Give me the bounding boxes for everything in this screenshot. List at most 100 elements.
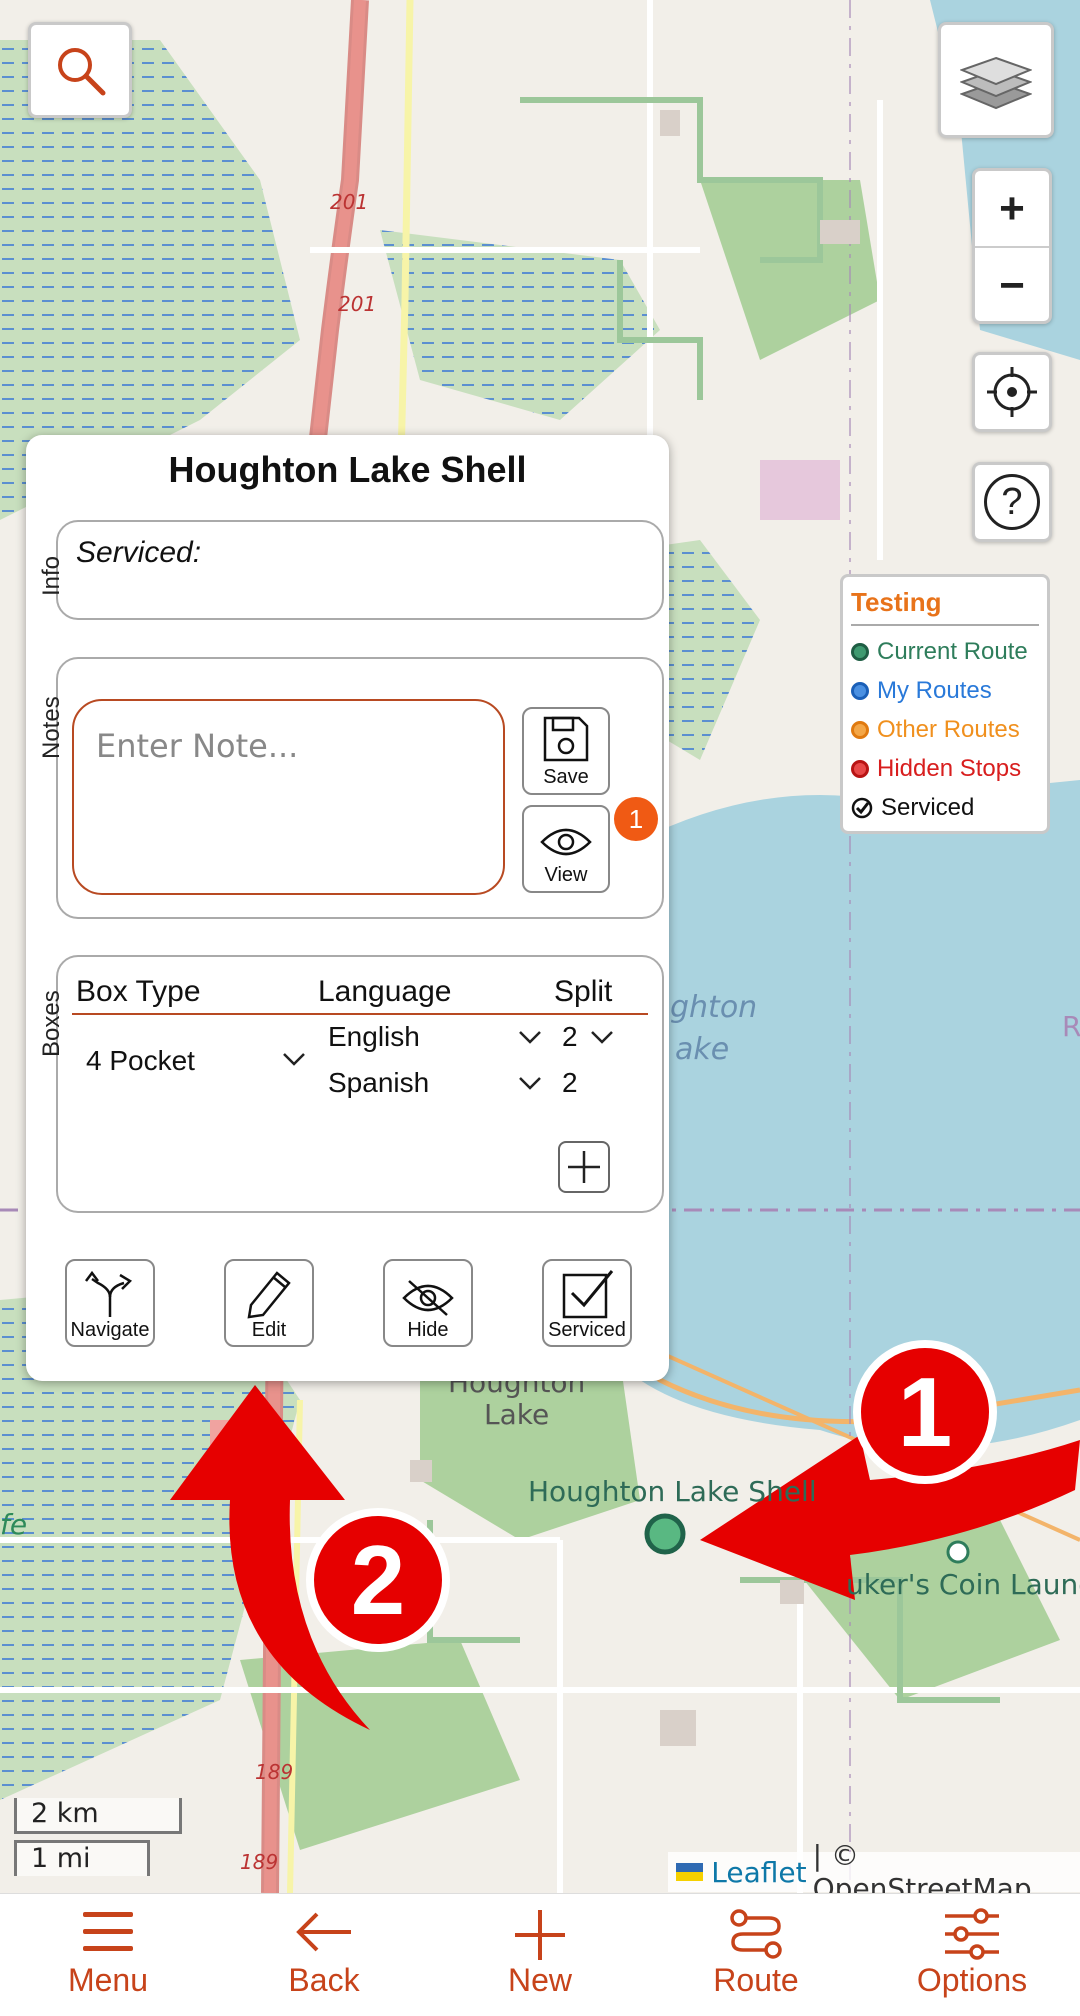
route-shield-label: 189 [255,1760,294,1784]
save-label: Save [543,766,589,788]
route-icon [730,1909,782,1959]
legend-item-serviced[interactable]: Serviced [851,788,1039,827]
arrow-left-icon [296,1912,351,1952]
scale-km: 2 km [14,1798,182,1834]
split-value[interactable]: 2 [562,1065,632,1105]
chevron-down-icon [519,1077,541,1090]
route-shield-label: 201 [338,292,377,316]
legend-title: Testing [851,587,1039,626]
hide-label: Hide [407,1319,449,1341]
info-section: Info Serviced: [38,520,664,620]
route-shield-label: 189 [240,1850,279,1874]
popup-title: Houghton Lake Shell [168,449,527,490]
layers-icon [960,56,1032,110]
view-label: View [544,864,588,886]
nav-route[interactable]: Route [648,1894,864,2016]
hide-button[interactable]: Hide [383,1259,473,1347]
legend-item-other-routes[interactable]: Other Routes [851,710,1039,749]
help-icon: ? [984,474,1040,530]
nav-options[interactable]: Options [864,1894,1080,2016]
legend-item-my-routes[interactable]: My Routes [851,671,1039,710]
notes-count-badge: 1 [614,797,658,841]
box-type-header: Box Type [76,975,201,1008]
nav-new-label: New [507,1962,572,1998]
edit-button[interactable]: Edit [224,1259,314,1347]
notes-section: Notes Enter Note... Save View 1 [38,657,664,919]
town-label: Lake [484,1398,550,1431]
legend-item-hidden-stops[interactable]: Hidden Stops [851,749,1039,788]
blue-dot-icon [851,681,869,700]
header-divider [72,1013,648,1015]
nav-menu[interactable]: Menu [0,1894,216,2016]
info-label: Info [38,555,65,596]
crosshair-icon [987,367,1037,417]
annotation-step-1: 1 [897,1357,953,1467]
serviced-status: Serviced: [76,536,202,569]
green-dot-icon [851,642,869,661]
nav-back[interactable]: Back [216,1894,432,2016]
plus-icon [568,1151,600,1183]
pencil-icon [247,1271,291,1319]
scale-mi: 1 mi [14,1840,150,1876]
orange-dot-icon [851,720,869,739]
notes-label: Notes [38,696,65,759]
floppy-disk-icon [543,716,589,762]
language-select[interactable]: Spanish [328,1065,558,1105]
checkbox-checked-icon [562,1270,614,1319]
stop-label[interactable]: Houghton Lake Shell [528,1475,817,1508]
navigate-label: Navigate [70,1319,150,1341]
annotation-step-2: 2 [350,1525,406,1635]
chevron-down-icon [283,1053,305,1066]
layers-button[interactable] [938,22,1054,138]
nav-back-label: Back [288,1962,360,1998]
nav-route-label: Route [713,1962,799,1998]
sliders-icon [945,1908,999,1960]
plus-icon [515,1910,565,1960]
eye-slash-icon [402,1280,454,1316]
add-language-button[interactable] [558,1141,610,1193]
save-note-button[interactable]: Save [522,707,610,795]
search-button[interactable] [28,22,132,118]
map-legend: Testing Current Route My Routes Other Ro… [840,574,1050,834]
ukraine-flag-icon [676,1863,704,1881]
boxes-label: Boxes [38,990,65,1057]
zoom-in-button[interactable]: + [975,171,1049,246]
nav-new[interactable]: New [432,1894,648,2016]
chevron-down-icon [591,1031,613,1044]
legend-item-current-route[interactable]: Current Route [851,632,1039,671]
lake-label: ghton [670,990,758,1025]
leaflet-link[interactable]: Leaflet [711,1856,806,1889]
split-select[interactable]: 2 [562,1019,632,1059]
chevron-down-icon [519,1031,541,1044]
hamburger-icon [83,1912,133,1951]
search-icon [58,48,106,96]
nav-options-label: Options [916,1962,1028,1998]
language-select[interactable]: English [328,1019,558,1059]
edit-label: Edit [251,1319,287,1341]
lake-label: ake [675,1032,730,1067]
route-shield-label: 201 [330,190,369,214]
language-header: Language [318,975,452,1008]
zoom-control: + − [972,168,1052,324]
area-label: fe [0,1508,28,1541]
map-attribution: Leaflet | © OpenStreetMap [668,1839,1080,1905]
boxes-section: Boxes Box Type Language Split 4 Pocket E… [38,955,664,1213]
edge-label: R [1062,1010,1080,1043]
eye-icon [540,828,592,856]
check-circle-icon [851,797,873,818]
navigate-button[interactable]: Navigate [65,1259,155,1347]
box-type-select[interactable]: 4 Pocket [72,1037,312,1083]
poi-label: uker's Coin Laundr [846,1568,1080,1601]
locate-button[interactable] [972,352,1052,432]
red-dot-icon [851,759,869,778]
serviced-label: Serviced [548,1319,626,1341]
view-notes-button[interactable]: View 1 [522,797,658,893]
bottom-nav: Menu Back New Route Options [0,1893,1080,2016]
fork-arrow-icon [85,1270,133,1317]
split-header: Split [554,975,613,1008]
zoom-out-button[interactable]: − [975,246,1049,323]
help-button[interactable]: ? [972,462,1052,542]
stop-popup: Houghton Lake Shell Info Serviced: Notes… [26,435,669,1381]
serviced-button[interactable]: Serviced [542,1259,632,1347]
note-input[interactable]: Enter Note... [72,699,505,895]
